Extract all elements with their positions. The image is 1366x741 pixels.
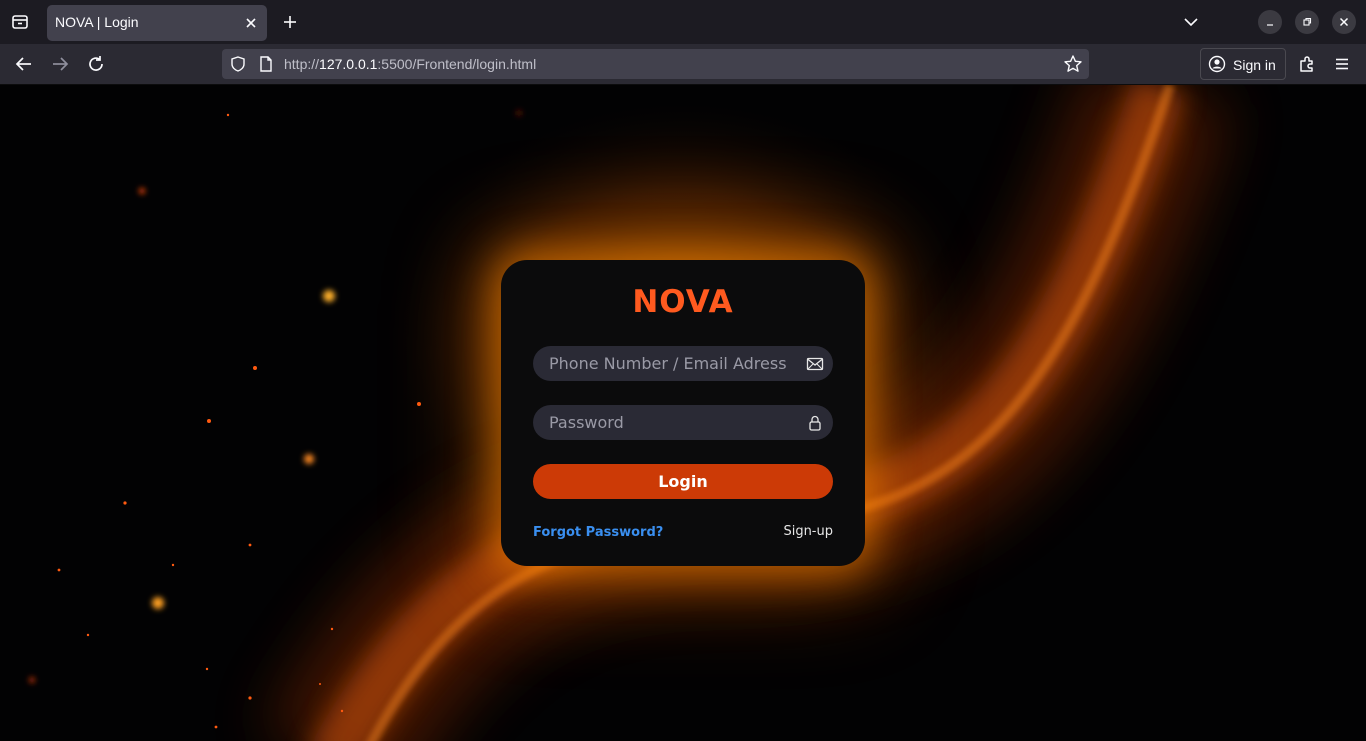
- account-icon: [1208, 55, 1226, 73]
- list-all-tabs-button[interactable]: [1180, 11, 1202, 33]
- new-tab-button[interactable]: [279, 11, 301, 33]
- sign-up-link[interactable]: Sign-up: [783, 524, 833, 539]
- url-host: 127.0.0.1: [319, 56, 378, 72]
- brand-title: NOVA: [632, 284, 734, 320]
- envelope-icon: [806, 357, 824, 371]
- tab-close-button[interactable]: [241, 13, 261, 33]
- firefox-view-icon: [12, 15, 28, 29]
- back-button[interactable]: [12, 52, 36, 76]
- forgot-password-link[interactable]: Forgot Password?: [533, 525, 663, 540]
- login-card: NOVA Login Forgot Password? Sign-up: [501, 260, 865, 566]
- url-text[interactable]: http://127.0.0.1:5500/Frontend/login.htm…: [284, 56, 536, 72]
- identifier-field: [533, 346, 833, 381]
- minimize-button[interactable]: [1258, 10, 1282, 34]
- page-viewport: NOVA Login Forgot Password? Sign-up: [0, 85, 1366, 741]
- lock-icon: [809, 415, 821, 431]
- close-icon: [1339, 17, 1349, 27]
- shield-icon[interactable]: [229, 55, 247, 73]
- hamburger-menu-icon: [1336, 58, 1348, 70]
- password-field: [533, 405, 833, 440]
- close-window-button[interactable]: [1332, 10, 1356, 34]
- arrow-left-icon: [15, 57, 31, 71]
- tab-strip: NOVA | Login: [0, 0, 1366, 44]
- menu-button[interactable]: [1330, 52, 1354, 76]
- chevron-down-icon: [1184, 18, 1198, 27]
- puzzle-icon: [1300, 56, 1313, 72]
- arrow-right-icon: [53, 57, 69, 71]
- browser-tab[interactable]: NOVA | Login: [47, 5, 267, 41]
- page-icon[interactable]: [257, 55, 275, 73]
- firefox-view-button[interactable]: [8, 10, 32, 34]
- navigation-toolbar: http://127.0.0.1:5500/Frontend/login.htm…: [0, 44, 1366, 85]
- login-button[interactable]: Login: [533, 464, 833, 499]
- forward-button[interactable]: [48, 52, 72, 76]
- sign-in-button[interactable]: Sign in: [1200, 48, 1286, 80]
- tab-title: NOVA | Login: [55, 14, 139, 30]
- restore-icon: [1303, 17, 1312, 26]
- identifier-input[interactable]: [533, 346, 809, 381]
- url-scheme: http://: [284, 56, 320, 72]
- minimize-icon: [1267, 24, 1273, 26]
- restore-button[interactable]: [1295, 10, 1319, 34]
- star-icon[interactable]: [1063, 54, 1083, 74]
- close-icon: [246, 18, 256, 28]
- sign-in-label: Sign in: [1233, 57, 1276, 73]
- reload-button[interactable]: [84, 52, 108, 76]
- address-bar[interactable]: http://127.0.0.1:5500/Frontend/login.htm…: [222, 49, 1089, 79]
- reload-icon: [89, 56, 103, 71]
- password-input[interactable]: [533, 405, 809, 440]
- plus-icon: [284, 16, 296, 28]
- extensions-button[interactable]: [1295, 52, 1319, 76]
- url-path: :5500/Frontend/login.html: [377, 56, 537, 72]
